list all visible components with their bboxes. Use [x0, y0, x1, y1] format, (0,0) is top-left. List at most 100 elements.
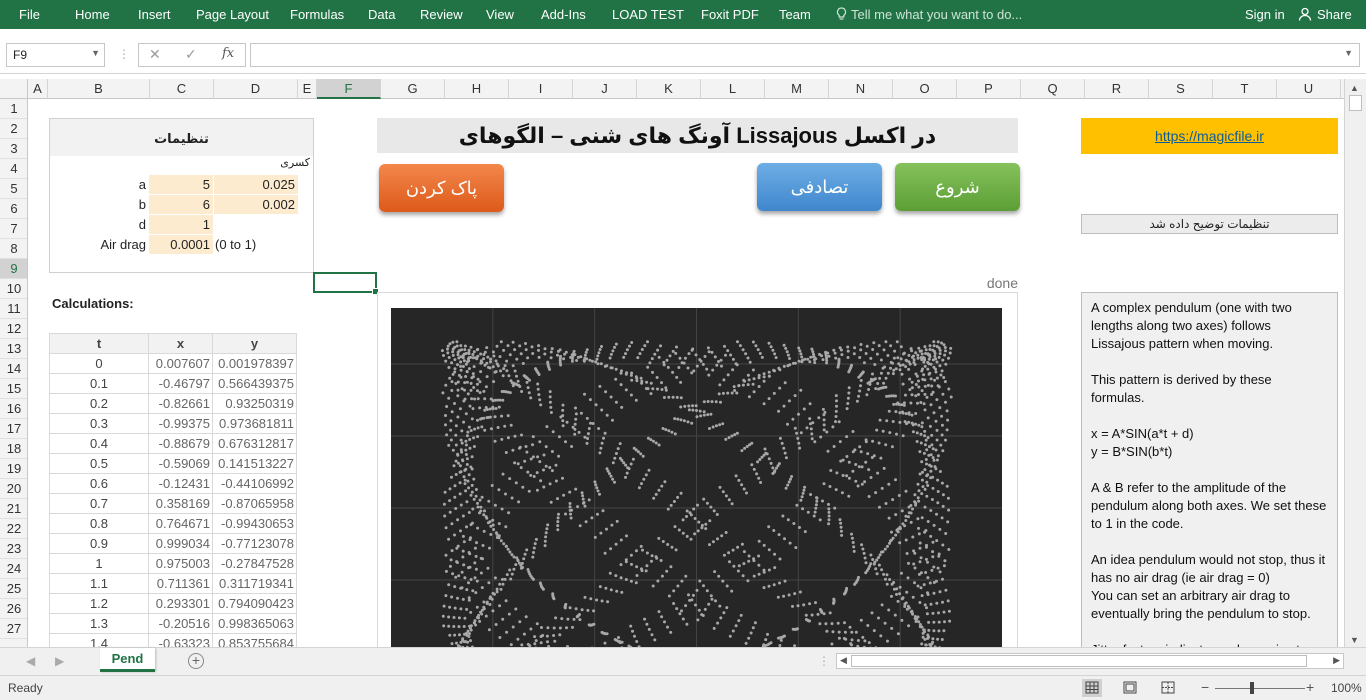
y-cell[interactable]: -0.27847528 — [212, 553, 297, 574]
magicfile-link[interactable]: https://magicfile.ir — [1081, 118, 1338, 154]
y-cell[interactable]: 0.676312817 — [212, 433, 297, 454]
row-header-13[interactable]: 13 — [0, 339, 27, 359]
tab-file[interactable]: File — [19, 7, 40, 22]
lissajous-scatter-chart[interactable] — [391, 308, 1002, 647]
tab-view[interactable]: View — [486, 7, 514, 22]
row-header-7[interactable]: 7 — [0, 219, 27, 239]
t-cell[interactable]: 1 — [49, 553, 149, 574]
column-header-h[interactable]: H — [445, 79, 509, 99]
row-header-10[interactable]: 10 — [0, 279, 27, 299]
x-cell[interactable]: -0.46797 — [148, 373, 213, 394]
column-header-b[interactable]: B — [48, 79, 150, 99]
page-layout-view-icon[interactable] — [1120, 679, 1140, 697]
start-button[interactable]: شروع — [895, 163, 1020, 211]
column-header-u[interactable]: U — [1277, 79, 1341, 99]
t-cell[interactable]: 1.4 — [49, 633, 149, 647]
column-header-o[interactable]: O — [893, 79, 957, 99]
row-header-14[interactable]: 14 — [0, 359, 27, 379]
t-cell[interactable]: 0.4 — [49, 433, 149, 454]
y-cell[interactable]: -0.44106992 — [212, 473, 297, 494]
description-box[interactable]: A complex pendulum (one with two lengths… — [1081, 292, 1338, 647]
x-cell[interactable]: -0.82661 — [148, 393, 213, 414]
a-fraction-cell[interactable]: 0.025 — [214, 175, 298, 194]
y-cell[interactable]: 0.566439375 — [212, 373, 297, 394]
y-cell[interactable]: -0.77123078 — [212, 533, 297, 554]
row-header-23[interactable]: 23 — [0, 539, 27, 559]
cancel-icon[interactable]: ✕ — [149, 46, 161, 63]
t-cell[interactable]: 0.5 — [49, 453, 149, 474]
tab-home[interactable]: Home — [75, 7, 110, 22]
column-header-g[interactable]: G — [381, 79, 445, 99]
normal-view-icon[interactable] — [1082, 679, 1102, 697]
horizontal-scroll-thumb[interactable] — [851, 655, 1307, 667]
row-header-26[interactable]: 26 — [0, 599, 27, 619]
t-cell[interactable]: 1.2 — [49, 593, 149, 614]
t-cell[interactable]: 1.3 — [49, 613, 149, 634]
row-header-16[interactable]: 16 — [0, 399, 27, 419]
row-header-20[interactable]: 20 — [0, 479, 27, 499]
select-all-corner[interactable] — [0, 79, 28, 99]
prev-sheet-icon[interactable]: ◀ — [26, 654, 35, 668]
row-header-2[interactable]: 2 — [0, 119, 27, 139]
row-header-19[interactable]: 19 — [0, 459, 27, 479]
y-cell[interactable]: 0.93250319 — [212, 393, 297, 414]
t-cell[interactable]: 0.8 — [49, 513, 149, 534]
y-cell[interactable]: -0.87065958 — [212, 493, 297, 514]
scroll-down-icon[interactable]: ▼ — [1350, 635, 1359, 645]
tab-splitter[interactable]: ⋮ — [818, 654, 830, 668]
row-header-17[interactable]: 17 — [0, 419, 27, 439]
y-cell[interactable]: 0.853755684 — [212, 633, 297, 647]
random-button[interactable]: تصادفی — [757, 163, 882, 211]
column-header-t[interactable]: T — [1213, 79, 1277, 99]
tab-add-ins[interactable]: Add-Ins — [541, 7, 586, 22]
column-header-i[interactable]: I — [509, 79, 573, 99]
x-cell[interactable]: -0.99375 — [148, 413, 213, 434]
zoom-in-icon[interactable]: + — [1306, 679, 1314, 695]
tab-review[interactable]: Review — [420, 7, 463, 22]
row-header-1[interactable]: 1 — [0, 99, 27, 119]
column-header-q[interactable]: Q — [1021, 79, 1085, 99]
scroll-left-icon[interactable]: ◀ — [840, 655, 847, 666]
column-header-m[interactable]: M — [765, 79, 829, 99]
row-header-15[interactable]: 15 — [0, 379, 27, 399]
column-header-e[interactable]: E — [298, 79, 317, 99]
t-cell[interactable]: 0.6 — [49, 473, 149, 494]
row-header-18[interactable]: 18 — [0, 439, 27, 459]
t-cell[interactable]: 1.1 — [49, 573, 149, 594]
column-header-l[interactable]: L — [701, 79, 765, 99]
column-header-r[interactable]: R — [1085, 79, 1149, 99]
x-cell[interactable]: 0.293301 — [148, 593, 213, 614]
d-value-cell[interactable]: 1 — [149, 215, 213, 234]
formula-bar-splitter[interactable]: ⋮ — [118, 47, 130, 61]
vertical-scrollbar[interactable]: ▲ ▼ — [1344, 79, 1366, 647]
row-header-6[interactable]: 6 — [0, 199, 27, 219]
worksheet-grid[interactable]: تنظیمات کسری a 5 0.025 b 6 0.002 d 1 Air… — [28, 99, 1344, 647]
y-cell[interactable]: 0.998365063 — [212, 613, 297, 634]
zoom-level[interactable]: 100% — [1331, 681, 1362, 695]
tell-me-box[interactable]: Tell me what you want to do... — [836, 7, 1022, 22]
air-drag-cell[interactable]: 0.0001 — [149, 235, 213, 254]
b-fraction-cell[interactable]: 0.002 — [214, 195, 298, 214]
check-icon[interactable]: ✓ — [185, 46, 197, 63]
zoom-slider-thumb[interactable] — [1250, 682, 1254, 694]
x-cell[interactable]: -0.12431 — [148, 473, 213, 494]
column-header-f[interactable]: F — [317, 79, 381, 99]
y-cell[interactable]: -0.99430653 — [212, 513, 297, 534]
y-cell[interactable]: 0.001978397 — [212, 353, 297, 374]
scroll-right-icon[interactable]: ▶ — [1333, 655, 1340, 666]
t-cell[interactable]: 0.7 — [49, 493, 149, 514]
name-box[interactable]: F9 ▼ — [6, 43, 105, 67]
y-cell[interactable]: 0.794090423 — [212, 593, 297, 614]
x-cell[interactable]: 0.999034 — [148, 533, 213, 554]
t-cell[interactable]: 0 — [49, 353, 149, 374]
share-button[interactable]: Share — [1298, 7, 1352, 22]
page-break-view-icon[interactable] — [1158, 679, 1178, 697]
t-cell[interactable]: 0.1 — [49, 373, 149, 394]
tab-load-test[interactable]: LOAD TEST — [612, 7, 684, 22]
row-header-8[interactable]: 8 — [0, 239, 27, 259]
zoom-slider[interactable] — [1215, 688, 1305, 689]
insert-function-icon[interactable]: fx — [222, 46, 234, 61]
scroll-up-icon[interactable]: ▲ — [1350, 83, 1359, 93]
column-header-p[interactable]: P — [957, 79, 1021, 99]
row-header-3[interactable]: 3 — [0, 139, 27, 159]
